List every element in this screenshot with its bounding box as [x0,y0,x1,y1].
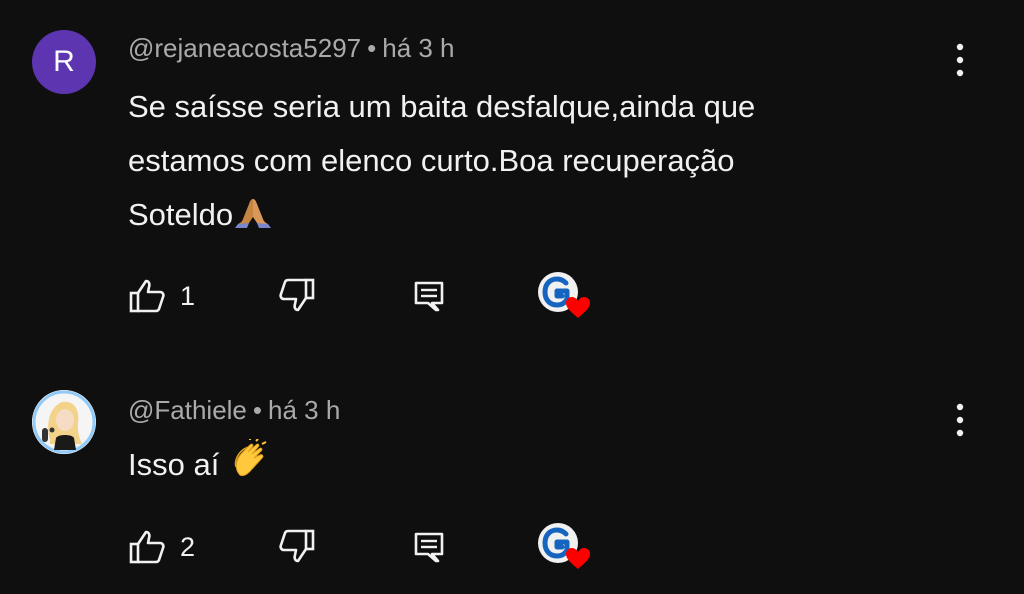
thumb-down-icon [279,278,315,312]
avatar[interactable] [32,390,96,454]
thumb-up-icon [129,530,165,564]
comment-thread: @Fathiele • há 3 h Isso aí 2 [0,360,1024,594]
like-count: 1 [180,280,196,311]
creator-heart-badge [536,523,592,571]
comment-text-line: Isso aí [128,447,220,482]
comment-text-line: Se saísse seria um baita desfalque,ainda… [128,89,756,124]
creator-heart-icon [538,272,590,318]
avatar-letter: R [53,45,75,78]
more-vertical-icon [956,403,964,437]
thumb-up-icon [129,279,165,313]
comment-actions: 2 [128,523,648,571]
creator-heart-badge [536,272,592,320]
author-name[interactable]: @Fathiele [128,395,247,425]
comment-time: há 3 h [382,33,455,63]
more-options-button[interactable] [944,40,976,80]
more-vertical-icon [956,43,964,77]
clapping-hands-emoji [230,437,270,496]
comment-header: @rejaneacosta5297 • há 3 h [128,30,455,66]
comment-text: Isso aí [128,437,908,496]
creator-heart-icon [538,523,590,569]
like-button[interactable]: 2 [128,523,195,571]
comments-screen: R @rejaneacosta5297 • há 3 h Se saísse ser… [0,0,1024,594]
more-options-button[interactable] [944,400,976,440]
reply-button[interactable] [412,272,446,320]
comment-text: Se saísse seria um baita desfalque,ainda… [128,80,908,246]
avatar[interactable]: R [32,30,96,94]
reply-button[interactable] [412,523,446,571]
meta-separator: • [367,33,377,63]
praying-hands-emoji [235,192,272,246]
like-count: 2 [180,531,196,562]
comment-thread: R @rejaneacosta5297 • há 3 h Se saísse ser… [0,0,1024,350]
thumb-down-icon [279,529,315,563]
comment-text-line: Soteldo [128,197,234,232]
reply-icon [414,281,444,312]
reply-icon [414,532,444,563]
dislike-button[interactable] [276,272,316,320]
meta-separator: • [252,395,263,425]
dislike-button[interactable] [276,523,316,571]
author-name[interactable]: @rejaneacosta5297 [128,33,361,63]
comment-time: há 3 h [268,395,341,425]
comment-text-line: estamos com elenco curto.Boa recuperação [128,143,735,178]
comment-header: @Fathiele • há 3 h [128,392,340,428]
avatar-illustration-icon [32,390,96,454]
comment-actions: 1 [128,272,648,320]
like-button[interactable]: 1 [128,272,195,320]
